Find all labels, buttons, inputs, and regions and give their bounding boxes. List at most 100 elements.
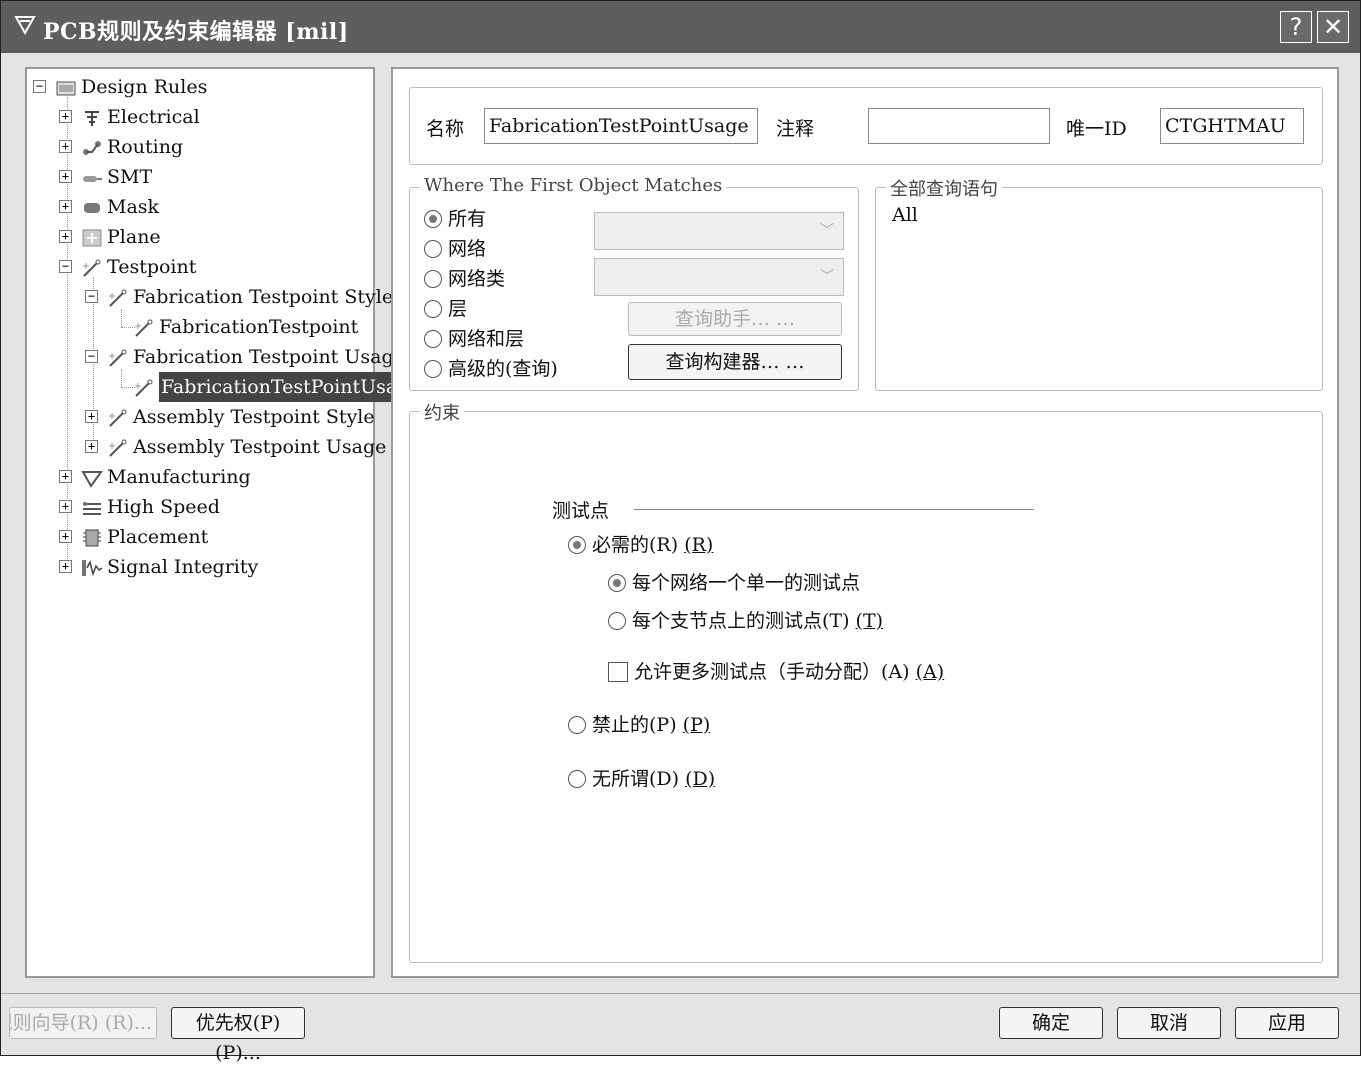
tree-item-label: FabricationTestPointUsag [159, 372, 412, 402]
where-option-label[interactable]: 层 [448, 298, 467, 320]
chevron-down-icon: ﹀ [820, 269, 834, 285]
tree-item-label: Placement [107, 526, 209, 548]
testpoint-section-title: 测试点 [552, 500, 610, 522]
name-label: 名称 [426, 118, 465, 140]
name-field[interactable]: FabricationTestPointUsage [484, 108, 758, 144]
ok-button[interactable]: 确定 [999, 1007, 1103, 1039]
where-option-label[interactable]: 网络和层 [448, 328, 524, 350]
where-option-radio[interactable] [424, 270, 442, 288]
title-bar[interactable]: PCB规则及约束编辑器 [mil] ? ✕ [1, 1, 1360, 53]
full-query-legend: 全部查询语句 [886, 175, 1002, 201]
where-option-label[interactable]: 所有 [448, 208, 486, 230]
where-option-radio[interactable] [424, 210, 442, 228]
priority-button[interactable]: 优先权(P) (P)... [171, 1007, 305, 1064]
where-option-radio[interactable] [424, 300, 442, 318]
collapse-icon[interactable]: − [33, 80, 46, 93]
allow-more-mnemonic: (A) [915, 661, 945, 683]
allow-more-label[interactable]: 允许更多测试点（手动分配）(A) (A) [634, 661, 944, 683]
dont-care-radio[interactable] [568, 770, 586, 788]
cancel-button[interactable]: 取消 [1117, 1007, 1221, 1039]
rule-wizard-button[interactable]: 规则向导(R) (R)... [9, 1007, 157, 1039]
smt-icon [81, 167, 103, 187]
comment-field[interactable] [868, 108, 1050, 144]
dont-care-text: 无所谓(D) [592, 768, 680, 790]
tree-item-label: Fabrication Testpoint Usage [133, 346, 405, 368]
window-title: PCB规则及约束编辑器 [mil] [43, 19, 349, 45]
expand-icon[interactable]: + [59, 530, 72, 543]
testpoint-icon [107, 407, 129, 427]
rule-wizard-label: 规则向导(R) (R)... [9, 1012, 152, 1034]
dont-care-label[interactable]: 无所谓(D) (D) [592, 768, 715, 790]
required-text: 必需的(R) [592, 534, 679, 556]
where-group: Where The First Object Matches 所有 网络 网络类层网… [409, 175, 859, 391]
per-net-radio[interactable] [608, 574, 626, 592]
unique-id-label: 唯一ID [1066, 118, 1127, 140]
expand-icon[interactable]: + [59, 470, 72, 483]
expand-icon[interactable]: + [59, 500, 72, 513]
per-node-mnemonic: (T) [855, 610, 884, 632]
full-query-text[interactable]: All [892, 204, 918, 226]
testpoint-icon [107, 437, 129, 457]
rules-tree[interactable]: − Design Rules + Electrical + Routing + SMT + Mas… [25, 67, 412, 978]
net-combo[interactable]: ﹀ [594, 212, 844, 250]
unique-id-field[interactable]: CTGHTMAU [1160, 108, 1304, 144]
expand-icon[interactable]: + [59, 560, 72, 573]
testpoint-icon [81, 257, 103, 277]
tree-item-label: Design Rules [81, 76, 208, 98]
query-helper-button[interactable]: 查询助手… … [628, 302, 842, 336]
tree-item-label: Signal Integrity [107, 556, 259, 578]
tree-item-label: Testpoint [107, 256, 197, 278]
collapse-icon[interactable]: − [85, 290, 98, 303]
expand-icon[interactable]: + [85, 410, 98, 423]
per-net-label[interactable]: 每个网络一个单一的测试点 [632, 572, 864, 594]
expand-icon[interactable]: + [59, 140, 72, 153]
testpoint-icon [133, 317, 155, 337]
rule-header-group: 名称 FabricationTestPointUsage 注释 唯一ID CTG… [409, 87, 1323, 165]
tree-connector [67, 97, 68, 567]
mask-icon [81, 197, 103, 217]
collapse-icon[interactable]: − [59, 260, 72, 273]
where-option-label[interactable]: 网络 [448, 238, 486, 260]
placement-icon [81, 527, 103, 547]
expand-icon[interactable]: + [59, 200, 72, 213]
allow-more-text: 允许更多测试点（手动分配）(A) [634, 661, 910, 683]
expand-icon[interactable]: + [59, 170, 72, 183]
per-node-label[interactable]: 每个支节点上的测试点(T) (T) [632, 610, 883, 632]
where-option-label[interactable]: 高级的(查询) [448, 358, 558, 380]
design-rules-icon [55, 77, 77, 97]
tree-item-label: Manufacturing [107, 466, 251, 488]
plane-icon [81, 227, 103, 247]
expand-icon[interactable]: + [59, 230, 72, 243]
collapse-icon[interactable]: − [85, 350, 98, 363]
comment-label: 注释 [776, 118, 815, 140]
tree-item-label: Plane [107, 226, 161, 248]
testpoint-icon [107, 347, 129, 367]
help-button[interactable]: ? [1280, 11, 1312, 43]
required-label[interactable]: 必需的(R) (R) [592, 534, 713, 556]
where-option-radio[interactable] [424, 240, 442, 258]
testpoint-icon [107, 287, 129, 307]
prohibited-radio[interactable] [568, 716, 586, 734]
expand-icon[interactable]: + [85, 440, 98, 453]
dont-care-mnemonic: (D) [685, 768, 716, 790]
manufacturing-icon [81, 467, 103, 488]
per-node-radio[interactable] [608, 612, 626, 630]
where-option-label[interactable]: 网络类 [448, 268, 505, 290]
constraints-legend: 约束 [420, 399, 464, 425]
full-query-group: 全部查询语句 All [875, 175, 1323, 391]
chevron-down-icon: ﹀ [820, 223, 834, 239]
expand-icon[interactable]: + [59, 110, 72, 123]
prohibited-label[interactable]: 禁止的(P) (P) [592, 714, 710, 736]
where-option-radio[interactable] [424, 360, 442, 378]
tree-connector [121, 309, 122, 327]
required-radio[interactable] [568, 536, 586, 554]
rule-properties-panel: 名称 FabricationTestPointUsage 注释 唯一ID CTG… [391, 67, 1339, 978]
where-option-radio[interactable] [424, 330, 442, 348]
apply-button[interactable]: 应用 [1235, 1007, 1339, 1039]
section-divider [634, 509, 1034, 510]
netclass-combo[interactable]: ﹀ [594, 258, 844, 296]
close-button[interactable]: ✕ [1317, 11, 1349, 43]
query-builder-button[interactable]: 查询构建器… … [628, 344, 842, 380]
tree-item-label: SMT [107, 166, 153, 188]
allow-more-checkbox[interactable] [608, 662, 628, 682]
